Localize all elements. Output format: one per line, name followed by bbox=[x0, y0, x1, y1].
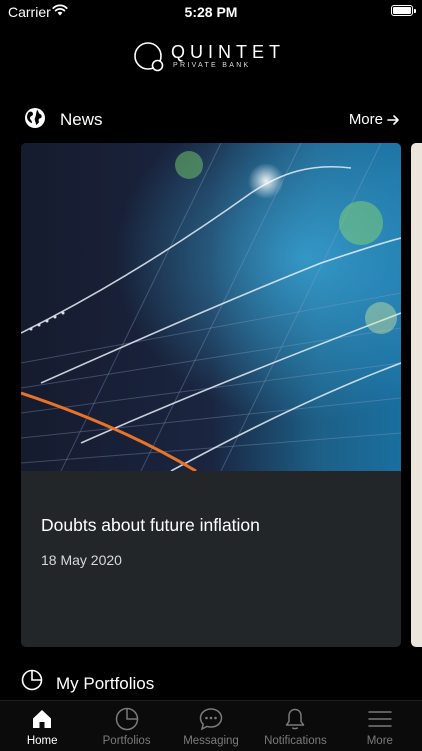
bell-icon bbox=[282, 705, 308, 733]
tab-portfolios[interactable]: Portfolios bbox=[84, 701, 168, 751]
news-card-image bbox=[21, 143, 401, 471]
news-title: News bbox=[60, 110, 103, 129]
pie-chart-icon bbox=[20, 668, 44, 697]
brand-name: QUINTET bbox=[171, 42, 285, 62]
tab-notifications-label: Notifications bbox=[264, 735, 327, 747]
brand-tagline: PRIVATE BANK bbox=[173, 62, 251, 69]
pie-chart-icon bbox=[114, 705, 140, 733]
tab-bar: Home Portfolios Messaging Notifications bbox=[0, 700, 422, 751]
news-more-label: More bbox=[348, 111, 383, 128]
chat-bubble-icon bbox=[198, 705, 224, 733]
portfolios-section-header: My Portfolios bbox=[0, 667, 422, 697]
tab-home-label: Home bbox=[26, 735, 58, 747]
home-icon bbox=[30, 705, 54, 733]
battery-icon bbox=[391, 5, 416, 16]
globe-icon bbox=[24, 107, 46, 134]
portfolios-title: My Portfolios bbox=[56, 674, 155, 693]
tab-messaging[interactable]: Messaging bbox=[169, 701, 253, 751]
tab-more[interactable]: More bbox=[338, 701, 422, 751]
status-bar: Carrier 5:28 PM bbox=[0, 0, 422, 24]
news-headline: Doubts about future inflation bbox=[41, 515, 260, 535]
tab-notifications[interactable]: Notifications bbox=[253, 701, 337, 751]
news-more-link[interactable]: More bbox=[349, 111, 400, 128]
next-news-card-peek[interactable] bbox=[411, 143, 422, 647]
news-date: 18 May 2020 bbox=[41, 552, 122, 568]
news-card[interactable]: Doubts about future inflation 18 May 202… bbox=[21, 143, 401, 647]
tab-home[interactable]: Home bbox=[0, 701, 84, 751]
clock: 5:28 PM bbox=[184, 4, 238, 20]
brand-logo: QUINTET PRIVATE BANK bbox=[133, 40, 303, 76]
tab-more-label: More bbox=[366, 735, 393, 747]
news-section-header: News More bbox=[0, 103, 422, 133]
tab-portfolios-label: Portfolios bbox=[102, 735, 151, 747]
tab-messaging-label: Messaging bbox=[183, 735, 239, 747]
quintet-logo-icon bbox=[134, 42, 164, 72]
arrow-right-icon bbox=[387, 114, 399, 125]
menu-icon bbox=[367, 705, 393, 733]
